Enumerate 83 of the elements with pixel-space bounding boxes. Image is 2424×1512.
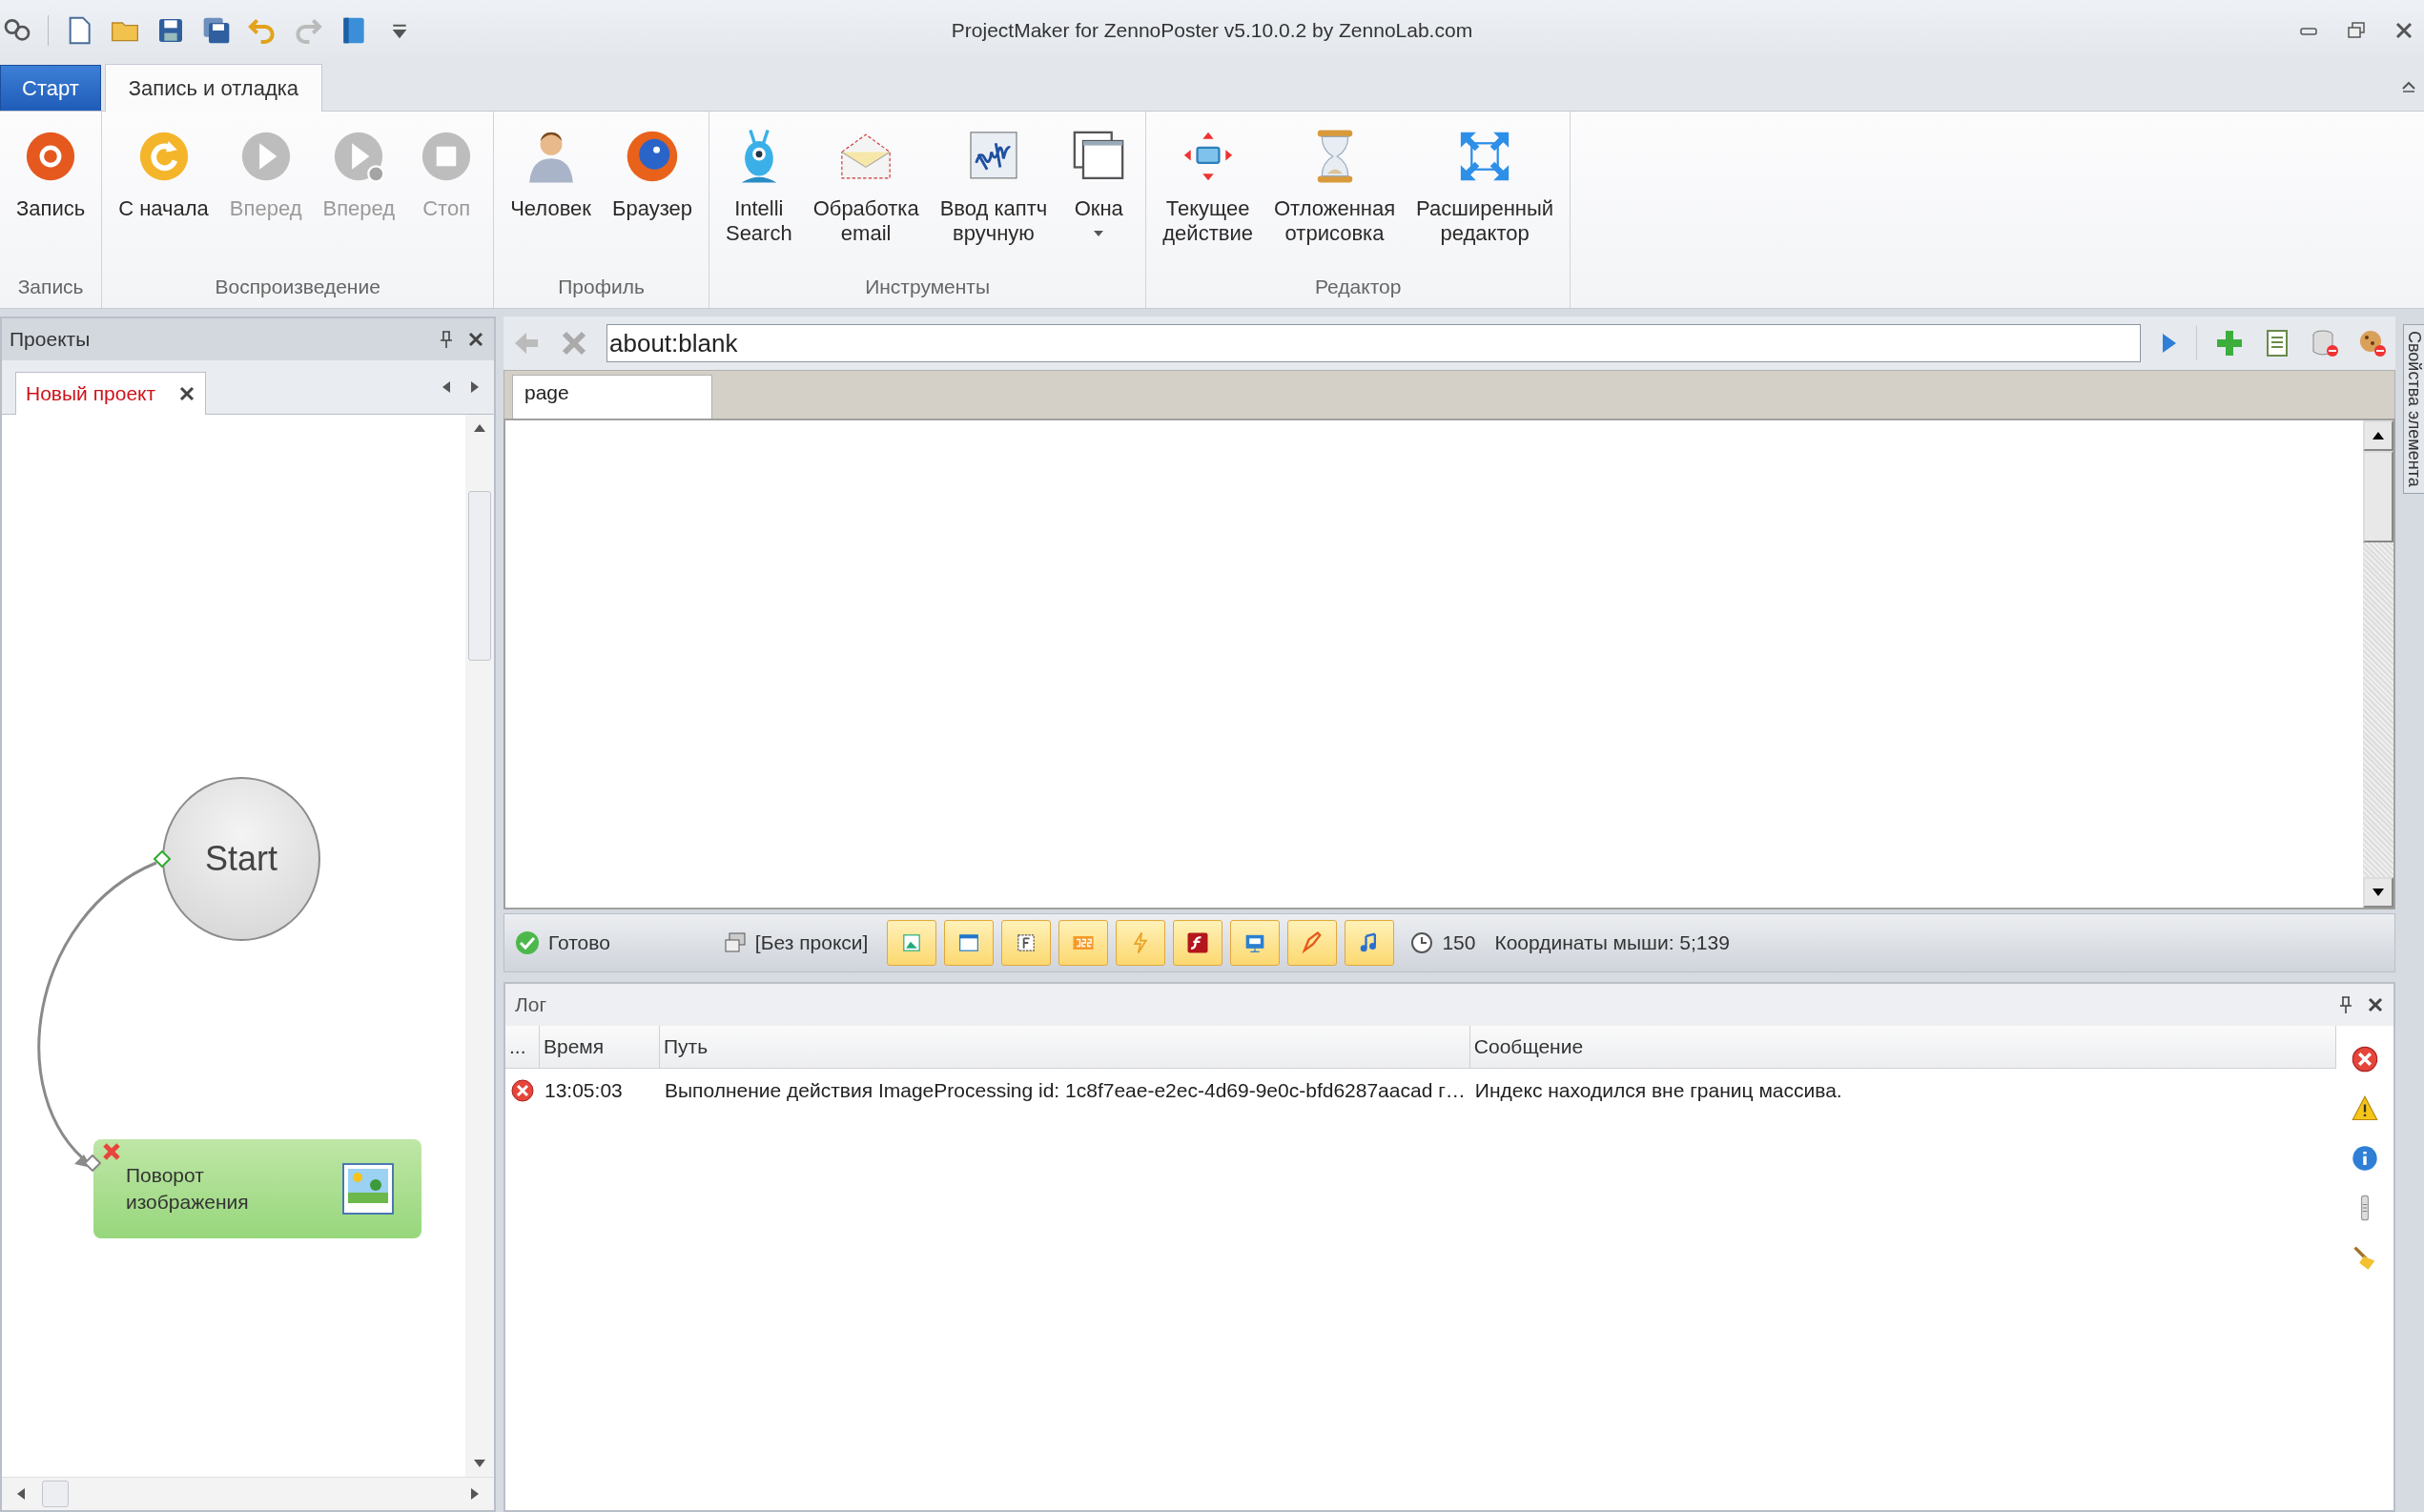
scroll-right-icon[interactable] (469, 1486, 481, 1502)
scroll-thumb[interactable] (2363, 451, 2393, 542)
ribbon-button[interactable]: Обработка email (804, 121, 928, 252)
add-icon[interactable] (2214, 328, 2245, 358)
action-node[interactable]: Поворот изображения (93, 1139, 421, 1238)
table-cell-text: 13:05:03 (544, 1078, 624, 1103)
audio-toggle-button[interactable] (1345, 920, 1395, 966)
group-label: Воспроизведение (214, 275, 381, 299)
error-icon (510, 1078, 535, 1103)
mouse-coordinates-text: Координаты мыши: 5;139 (1494, 931, 1730, 954)
ribbon-button[interactable]: Текущее действие (1154, 121, 1262, 252)
save-all-icon (201, 15, 232, 46)
table-cell-text: Индекс находился вне границ массива. (1473, 1078, 1843, 1103)
cookie-icon[interactable] (2357, 328, 2388, 358)
warning-filter-icon[interactable] (2351, 1094, 2379, 1123)
ribbon-button[interactable]: Расширенный редактор (1407, 121, 1563, 252)
window-title: ProjectMaker for ZennoPoster v5.10.0.2 by ZennoLab.com (951, 19, 1473, 42)
panel-title: Проекты (10, 328, 92, 351)
picture-icon (341, 1162, 395, 1216)
group-label: Запись (16, 275, 85, 299)
ribbon-tab[interactable]: Запись и отладка (104, 64, 323, 112)
form-toggle-button[interactable] (1001, 920, 1052, 966)
column-header[interactable]: Сообщение (1469, 1026, 2336, 1069)
scroll-thumb[interactable] (42, 1481, 69, 1507)
ribbon-button[interactable]: Браузер (603, 121, 701, 227)
close-icon[interactable] (2393, 20, 2414, 41)
pin-icon[interactable] (439, 330, 454, 349)
restore-icon[interactable] (2346, 20, 2367, 41)
port-icon (84, 1154, 101, 1172)
group-label: Профиль (557, 275, 646, 299)
ribbon-button[interactable]: Человек (502, 121, 600, 227)
application-button[interactable]: Старт (0, 65, 101, 111)
frame-toggle-button[interactable] (944, 920, 995, 966)
scroll-up-icon[interactable] (2372, 431, 2385, 440)
flash-toggle-button[interactable] (1173, 920, 1223, 966)
scroll-down-icon[interactable] (472, 1458, 487, 1469)
vertical-scrollbar[interactable] (465, 415, 494, 1477)
project-tab[interactable]: Новый проект (15, 372, 207, 415)
ribbon-button[interactable]: С начала (110, 121, 217, 227)
scroll-down-icon[interactable] (2372, 888, 2385, 897)
scroll-right-icon[interactable] (469, 379, 481, 395)
start-node[interactable]: Start (162, 777, 320, 941)
ribbon-button[interactable]: Отложенная отрисовка (1264, 121, 1405, 252)
properties-side-tab[interactable]: Свойства элемента (2403, 324, 2424, 494)
css-toggle-button[interactable] (1058, 920, 1109, 966)
scroll-thumb[interactable] (468, 491, 491, 661)
close-icon[interactable] (178, 385, 196, 402)
proxy-text: [Без прокси] (754, 931, 869, 954)
column-header[interactable]: Путь (660, 1026, 1470, 1069)
panel-title: Лог (515, 993, 547, 1016)
scroll-left-icon[interactable] (441, 379, 452, 395)
ribbon-button[interactable]: Ввод каптч вручную (931, 121, 1057, 252)
close-icon[interactable] (2367, 996, 2384, 1013)
horizontal-scrollbar[interactable] (2, 1477, 494, 1510)
page-tab[interactable]: page (512, 375, 712, 419)
column-header[interactable]: Время (540, 1026, 660, 1069)
error-filter-icon[interactable] (2351, 1045, 2379, 1073)
script-toggle-button[interactable] (1116, 920, 1166, 966)
caret-icon (1094, 231, 1104, 237)
database-icon[interactable] (2310, 328, 2340, 358)
clock-icon (1409, 930, 1435, 955)
video-toggle-button[interactable] (1230, 920, 1281, 966)
ribbon-button[interactable]: Окна (1059, 121, 1139, 242)
port-icon (154, 850, 171, 868)
ribbon-button[interactable]: Intelli Search (716, 121, 801, 252)
close-icon[interactable] (467, 331, 484, 348)
pin-icon[interactable] (2338, 995, 2353, 1014)
table-cell-text: Выполнение действия ImageProcessing id: 1c8f7eae-e2ec-4d69-9e0c-bfd6287aacad г… (664, 1078, 1467, 1103)
vertical-scrollbar[interactable] (2363, 420, 2393, 908)
info-filter-icon[interactable] (2351, 1144, 2379, 1173)
plugin-toggle-button[interactable] (1287, 920, 1338, 966)
status-text: Готово (548, 931, 610, 954)
group-label: Редактор (1314, 275, 1403, 299)
scroll-left-icon[interactable] (15, 1486, 27, 1502)
address-field[interactable]: about:blank (606, 324, 2141, 362)
timeout-text: 150 (1442, 931, 1476, 954)
column-header[interactable]: ... (505, 1026, 540, 1069)
computer-icon (722, 930, 748, 955)
ribbon-button[interactable]: Запись (8, 121, 94, 227)
image-toggle-button[interactable] (887, 920, 937, 966)
scroll-up-icon[interactable] (472, 422, 487, 434)
group-label: Инструменты (864, 275, 992, 299)
check-icon (514, 930, 541, 956)
